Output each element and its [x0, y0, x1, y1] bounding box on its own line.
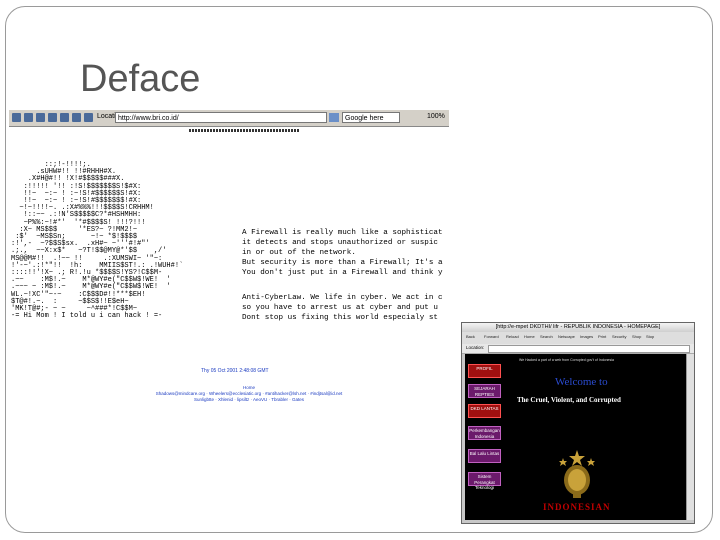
print-icon[interactable] [84, 113, 93, 122]
firewall-text: A Firewall is really much like a sophist… [242, 229, 443, 277]
nav-search[interactable]: Search [540, 334, 553, 339]
nav-print[interactable]: Print [598, 334, 606, 339]
nav-shop[interactable]: Shop [632, 334, 641, 339]
footer-links: Home Shadows@mindcare.org · Wheelers@ecc… [139, 385, 359, 403]
nav-stop[interactable]: Stop [646, 334, 654, 339]
zoom-level: 100% [427, 113, 445, 120]
nav-images[interactable]: Images [580, 334, 593, 339]
netscape-window-screenshot: [http://e-mpet DKDTHI/ lifr - REPUBLIK I… [461, 322, 695, 524]
go-button[interactable] [329, 113, 339, 122]
nav-netscape[interactable]: Netscape [558, 334, 575, 339]
stop-icon[interactable] [48, 113, 57, 122]
country-banner: INDONESIAN [543, 502, 611, 512]
bookmark-icon[interactable] [72, 113, 81, 122]
google-search-field[interactable]: Google here [342, 112, 400, 123]
side-button-sejarah[interactable]: SEJARAH REPTIES [468, 384, 501, 398]
location-bar: Location: [462, 344, 694, 354]
nav-back[interactable]: Back [466, 334, 475, 339]
url-field[interactable] [488, 345, 690, 353]
ascii-art: ::;!-!!!!;. .sUHW#!! !!#RHHH#X. .X#H@#!!… [11, 161, 184, 321]
home-icon[interactable] [60, 113, 69, 122]
nav-forward[interactable]: Forward [484, 334, 499, 339]
nav-security[interactable]: Security [612, 334, 626, 339]
forward-icon[interactable] [24, 113, 33, 122]
footer-line[interactable]: Sunligbtte · Xhlenid · lipsiltz · AeoVU … [139, 397, 359, 403]
side-button-lalu-lintas[interactable]: Bal Lalu Lintas [468, 449, 501, 463]
nav-reload[interactable]: Reload [506, 334, 519, 339]
location-label: Location: [466, 345, 485, 350]
welcome-heading: Welcome to [555, 376, 608, 388]
page-header-banner [189, 129, 299, 132]
cyberlaw-text: Anti-CyberLaw. We life in cyber. We act … [242, 294, 443, 322]
url-field[interactable]: http://www.bri.co.id/ [115, 112, 327, 123]
cruel-heading: The Cruel, Violent, and Corrupted [517, 396, 621, 404]
police-emblem-icon [559, 450, 595, 498]
back-icon[interactable] [12, 113, 21, 122]
side-button-dkd-lantas[interactable]: DKD LANTAS [468, 404, 501, 418]
nav-home[interactable]: Home [524, 334, 535, 339]
defaced-page: We Hacked a part of a web from Corrupted… [465, 354, 686, 520]
browser-toolbar: Location: http://www.bri.co.id/ Google h… [9, 110, 449, 127]
defaced-page-screenshot: Location: http://www.bri.co.id/ Google h… [9, 110, 449, 410]
side-button-profil[interactable]: PROFIL [468, 364, 501, 378]
side-button-sistem[interactable]: Sistem Perangkat Teknologi [468, 472, 501, 490]
scrollbar[interactable] [686, 354, 694, 520]
slide-title: Deface [80, 58, 201, 100]
timestamp-link[interactable]: Thy 05 Oct 2001 2:48:08 GMT [201, 368, 269, 374]
window-title: [http://e-mpet DKDTHI/ lifr - REPUBLIK I… [495, 324, 661, 330]
reload-icon[interactable] [36, 113, 45, 122]
side-button-perkembangan[interactable]: Perkembangan Indonesia [468, 426, 501, 440]
page-subheading: We Hacked a part of a web from Corrupted… [519, 358, 614, 362]
